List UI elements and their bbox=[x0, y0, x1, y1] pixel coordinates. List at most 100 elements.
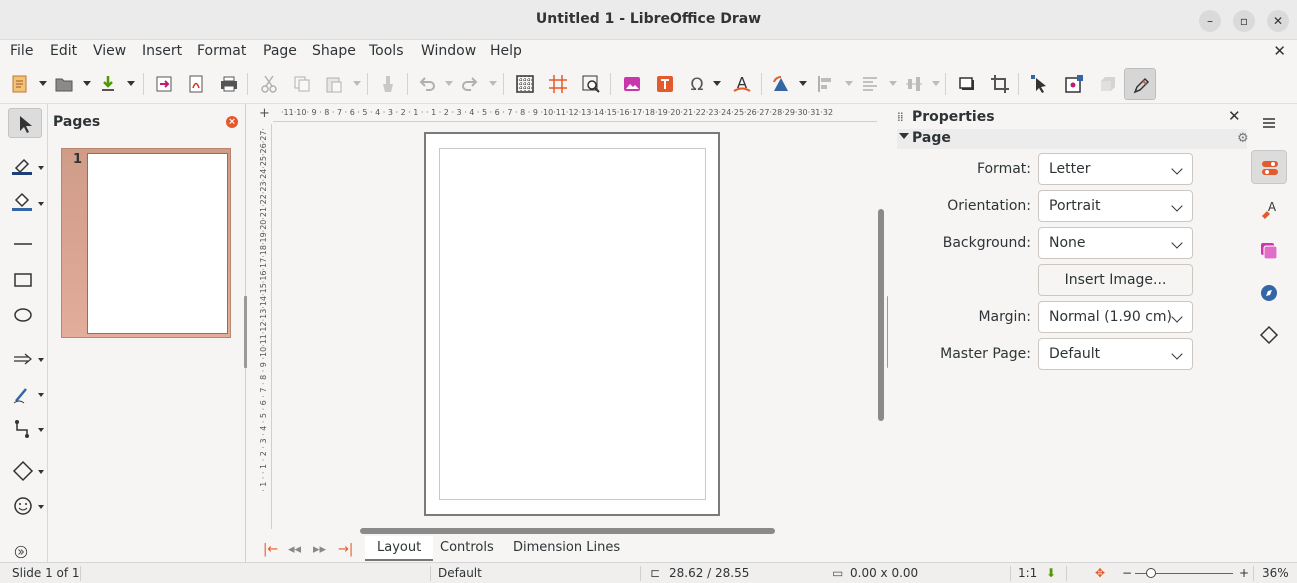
align-dropdown-icon[interactable] bbox=[845, 81, 853, 86]
gallery-deck-icon[interactable] bbox=[1251, 234, 1287, 268]
previous-page-icon[interactable]: ◂◂ bbox=[288, 542, 301, 557]
zoom-slider-handle[interactable] bbox=[1146, 568, 1156, 578]
sidebar-grip-icon[interactable]: ⁞⁞ bbox=[897, 110, 904, 124]
open-folder-icon[interactable] bbox=[50, 70, 78, 98]
rectangle-tool-icon[interactable] bbox=[8, 265, 42, 295]
export-icon[interactable] bbox=[150, 70, 178, 98]
tab-layout[interactable]: Layout bbox=[365, 536, 434, 561]
document-modified-icon[interactable]: ⬇ bbox=[1046, 566, 1056, 580]
special-character-dropdown-icon[interactable] bbox=[713, 81, 721, 86]
redo-icon[interactable] bbox=[456, 70, 484, 98]
special-character-icon[interactable]: Ω bbox=[683, 70, 711, 98]
last-page-icon[interactable]: →| bbox=[338, 542, 353, 557]
maximize-button[interactable]: ▫ bbox=[1233, 10, 1255, 32]
page-settings-gear-icon[interactable]: ⚙ bbox=[1237, 131, 1249, 146]
new-dropdown-icon[interactable] bbox=[39, 81, 47, 86]
crop-icon[interactable] bbox=[986, 70, 1014, 98]
selection-mode-icon[interactable]: ✥ bbox=[1095, 566, 1105, 580]
horizontal-ruler[interactable]: ·11·10· 9 · 8 · 7 · 6 · 5 · 4 · 3 · 2 · … bbox=[273, 106, 877, 122]
background-dropdown[interactable]: None bbox=[1038, 227, 1193, 259]
symbol-shapes-dropdown-icon[interactable] bbox=[38, 505, 44, 509]
basic-shapes-icon[interactable] bbox=[8, 456, 42, 486]
close-document-icon[interactable]: ✕ bbox=[1273, 42, 1286, 60]
select-tool-icon[interactable] bbox=[8, 108, 42, 138]
shapes-deck-icon[interactable] bbox=[1251, 318, 1287, 352]
drawing-page[interactable] bbox=[424, 132, 720, 516]
more-tools-icon[interactable] bbox=[8, 542, 42, 564]
line-color-dropdown-icon[interactable] bbox=[38, 166, 44, 170]
helplines-icon[interactable] bbox=[544, 70, 572, 98]
menu-format[interactable]: Format bbox=[197, 43, 246, 59]
glue-points-icon[interactable] bbox=[1060, 70, 1088, 98]
undo-icon[interactable] bbox=[413, 70, 441, 98]
new-document-icon[interactable] bbox=[6, 70, 34, 98]
scale-factor[interactable]: 1:1 bbox=[1018, 566, 1037, 580]
tab-controls[interactable]: Controls bbox=[440, 540, 494, 555]
navigator-deck-icon[interactable] bbox=[1251, 276, 1287, 310]
print-icon[interactable] bbox=[215, 70, 243, 98]
margin-dropdown[interactable]: Normal (1.90 cm) bbox=[1038, 301, 1193, 333]
fontwork-icon[interactable]: A bbox=[728, 70, 756, 98]
copy-icon[interactable] bbox=[288, 70, 316, 98]
shadow-icon[interactable] bbox=[953, 70, 981, 98]
distribute-icon[interactable] bbox=[900, 70, 928, 98]
drawing-canvas-area[interactable]: + ·11·10· 9 · 8 · 7 · 6 · 5 · 4 · 3 · 2 … bbox=[247, 104, 887, 536]
horizontal-scrollbar[interactable] bbox=[360, 528, 775, 534]
connectors-dropdown-icon[interactable] bbox=[38, 428, 44, 432]
menu-window[interactable]: Window bbox=[421, 43, 476, 59]
properties-close-icon[interactable]: ✕ bbox=[1228, 107, 1241, 125]
save-icon[interactable] bbox=[94, 70, 122, 98]
display-grid-icon[interactable] bbox=[511, 70, 539, 98]
clone-formatting-icon[interactable] bbox=[374, 70, 402, 98]
ruler-origin-icon[interactable]: + bbox=[259, 106, 270, 121]
transformations-icon[interactable] bbox=[767, 70, 795, 98]
distribute-dropdown-icon[interactable] bbox=[932, 81, 940, 86]
page-thumbnail[interactable]: 1 bbox=[61, 148, 231, 338]
show-draw-functions-icon[interactable] bbox=[1124, 68, 1156, 100]
orientation-dropdown[interactable]: Portrait bbox=[1038, 190, 1193, 222]
zoom-out-button[interactable]: − bbox=[1122, 566, 1132, 580]
insert-text-box-icon[interactable] bbox=[651, 70, 679, 98]
align-objects-icon[interactable] bbox=[812, 70, 840, 98]
zoom-pan-icon[interactable] bbox=[577, 70, 605, 98]
redo-dropdown-icon[interactable] bbox=[489, 81, 497, 86]
insert-image-icon[interactable] bbox=[618, 70, 646, 98]
undo-dropdown-icon[interactable] bbox=[445, 81, 453, 86]
transformations-dropdown-icon[interactable] bbox=[799, 81, 807, 86]
connectors-icon[interactable] bbox=[8, 414, 42, 444]
arrow-lines-icon[interactable] bbox=[8, 344, 42, 374]
curves-dropdown-icon[interactable] bbox=[38, 393, 44, 397]
menu-shape[interactable]: Shape bbox=[312, 43, 356, 59]
arrange-dropdown-icon[interactable] bbox=[889, 81, 897, 86]
menu-edit[interactable]: Edit bbox=[50, 43, 77, 59]
line-color-icon[interactable] bbox=[8, 150, 42, 180]
export-pdf-icon[interactable] bbox=[182, 70, 210, 98]
zoom-in-button[interactable]: + bbox=[1239, 566, 1249, 580]
vertical-ruler[interactable]: · 1 · · 1 · 2 · 3 · 4 · 5 · 6 · 7 · 8 · … bbox=[258, 124, 272, 529]
ellipse-tool-icon[interactable] bbox=[8, 300, 42, 330]
vertical-scrollbar[interactable] bbox=[878, 209, 884, 421]
cut-icon[interactable] bbox=[255, 70, 283, 98]
sidebar-menu-icon[interactable] bbox=[1251, 106, 1287, 140]
properties-deck-icon[interactable] bbox=[1251, 150, 1287, 184]
curves-icon[interactable] bbox=[8, 379, 42, 409]
toggle-extrusion-icon[interactable] bbox=[1093, 70, 1121, 98]
open-dropdown-icon[interactable] bbox=[83, 81, 91, 86]
master-page-dropdown[interactable]: Default bbox=[1038, 338, 1193, 370]
fill-color-icon[interactable] bbox=[8, 186, 42, 216]
arrange-icon[interactable] bbox=[856, 70, 884, 98]
pages-pane-close-icon[interactable]: × bbox=[226, 116, 238, 128]
menu-tools[interactable]: Tools bbox=[369, 43, 404, 59]
first-page-icon[interactable]: |← bbox=[263, 542, 278, 557]
menu-insert[interactable]: Insert bbox=[142, 43, 182, 59]
menu-help[interactable]: Help bbox=[490, 43, 522, 59]
points-edit-icon[interactable] bbox=[1026, 70, 1054, 98]
fill-color-dropdown-icon[interactable] bbox=[38, 202, 44, 206]
styles-deck-icon[interactable]: A bbox=[1251, 192, 1287, 226]
paste-icon[interactable] bbox=[320, 70, 348, 98]
line-tool-icon[interactable] bbox=[8, 229, 42, 259]
zoom-level[interactable]: 36% bbox=[1262, 566, 1289, 580]
arrow-lines-dropdown-icon[interactable] bbox=[38, 358, 44, 362]
basic-shapes-dropdown-icon[interactable] bbox=[38, 470, 44, 474]
insert-image-button[interactable]: Insert Image... bbox=[1038, 264, 1193, 296]
